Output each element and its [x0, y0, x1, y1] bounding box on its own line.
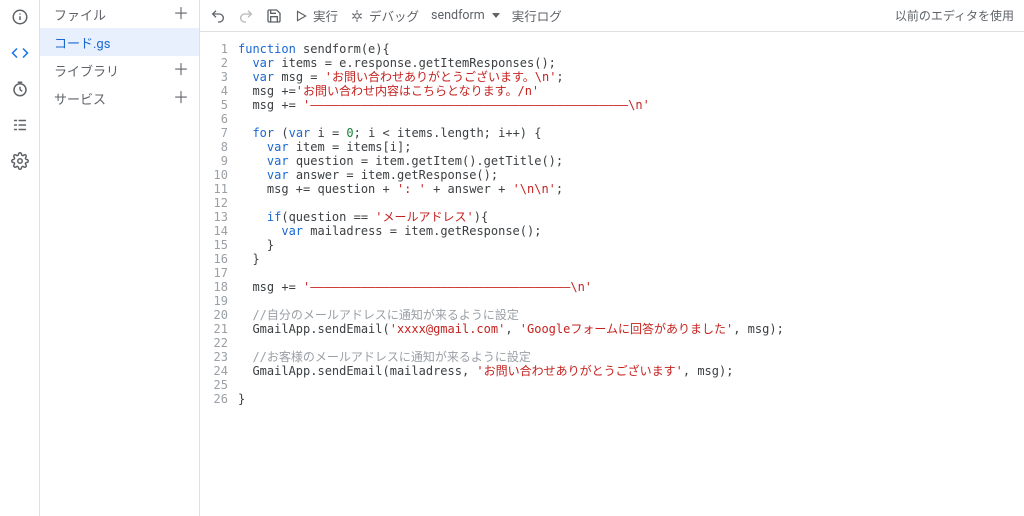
code-line[interactable]: msg += question + ': ' + answer + '\n\n'… [238, 182, 1024, 196]
code-line[interactable]: } [238, 238, 1024, 252]
redo-button[interactable] [238, 8, 254, 24]
services-label: サービス [54, 89, 106, 108]
main-column: 実行 デバッグ sendform 実行ログ 以前のエディタを使用 1234567… [200, 0, 1024, 516]
toolbar: 実行 デバッグ sendform 実行ログ 以前のエディタを使用 [200, 0, 1024, 32]
add-service-button[interactable]: ＋ [173, 90, 189, 106]
code-line[interactable]: var item = items[i]; [238, 140, 1024, 154]
file-panel: ファイル ＋ コード.gs ライブラリ ＋ サービス ＋ [40, 0, 200, 516]
info-icon[interactable] [9, 6, 31, 28]
code-line[interactable]: } [238, 392, 1024, 406]
code-editor[interactable]: 1234567891011121314151617181920212223242… [200, 32, 1024, 516]
code-line[interactable]: function sendform(e){ [238, 42, 1024, 56]
files-label: ファイル [54, 5, 106, 24]
left-rail [0, 0, 40, 516]
app-root: ファイル ＋ コード.gs ライブラリ ＋ サービス ＋ [0, 0, 1024, 516]
code-line[interactable]: var items = e.response.getItemResponses(… [238, 56, 1024, 70]
code-line[interactable] [238, 378, 1024, 392]
code-line[interactable]: var mailadress = item.getResponse(); [238, 224, 1024, 238]
code-icon[interactable] [9, 42, 31, 64]
code-line[interactable]: //自分のメールアドレスに通知が来るように設定 [238, 308, 1024, 322]
code-line[interactable]: var msg = 'お問い合わせありがとうございます。\n'; [238, 70, 1024, 84]
execution-log-label: 実行ログ [512, 6, 562, 25]
add-library-button[interactable]: ＋ [173, 62, 189, 78]
use-legacy-editor-link[interactable]: 以前のエディタを使用 [895, 7, 1014, 24]
code-line[interactable]: GmailApp.sendEmail(mailadress, 'お問い合わせあり… [238, 364, 1024, 378]
file-item-code-gs[interactable]: コード.gs [40, 28, 199, 56]
clock-icon[interactable] [9, 78, 31, 100]
function-selector-value: sendform [431, 8, 485, 23]
code-line[interactable]: for (var i = 0; i < items.length; i++) { [238, 126, 1024, 140]
code-line[interactable]: //お客様のメールアドレスに通知が来るように設定 [238, 350, 1024, 364]
code-line[interactable] [238, 196, 1024, 210]
code-line[interactable]: if(question == 'メールアドレス'){ [238, 210, 1024, 224]
services-header: サービス ＋ [40, 84, 199, 112]
debug-label: デバッグ [369, 6, 419, 25]
execution-log-button[interactable]: 実行ログ [512, 6, 562, 25]
run-button[interactable]: 実行 [294, 6, 338, 25]
files-header: ファイル ＋ [40, 0, 199, 28]
function-selector[interactable]: sendform [431, 8, 500, 23]
code-line[interactable]: var question = item.getItem().getTitle()… [238, 154, 1024, 168]
chevron-down-icon [492, 13, 500, 18]
code-line[interactable]: msg += '————————————————————————————————… [238, 280, 1024, 294]
code-line[interactable]: } [238, 252, 1024, 266]
list-icon[interactable] [9, 114, 31, 136]
file-item-label: コード.gs [54, 33, 110, 52]
libraries-label: ライブラリ [54, 61, 119, 80]
add-file-button[interactable]: ＋ [173, 6, 189, 22]
code-line[interactable]: GmailApp.sendEmail('xxxx@gmail.com', 'Go… [238, 322, 1024, 336]
code-line[interactable] [238, 266, 1024, 280]
code-line[interactable]: msg +='お問い合わせ内容はこちらとなります。/n' [238, 84, 1024, 98]
code-line[interactable]: msg += '————————————————————————————————… [238, 98, 1024, 112]
gear-icon[interactable] [9, 150, 31, 172]
line-number-gutter: 1234567891011121314151617181920212223242… [200, 42, 238, 516]
run-label: 実行 [313, 6, 338, 25]
code-line[interactable]: var answer = item.getResponse(); [238, 168, 1024, 182]
undo-button[interactable] [210, 8, 226, 24]
code-line[interactable] [238, 336, 1024, 350]
save-button[interactable] [266, 8, 282, 24]
libraries-header: ライブラリ ＋ [40, 56, 199, 84]
code-line[interactable] [238, 294, 1024, 308]
code-area[interactable]: function sendform(e){ var items = e.resp… [238, 42, 1024, 516]
code-line[interactable] [238, 112, 1024, 126]
debug-button[interactable]: デバッグ [350, 6, 419, 25]
